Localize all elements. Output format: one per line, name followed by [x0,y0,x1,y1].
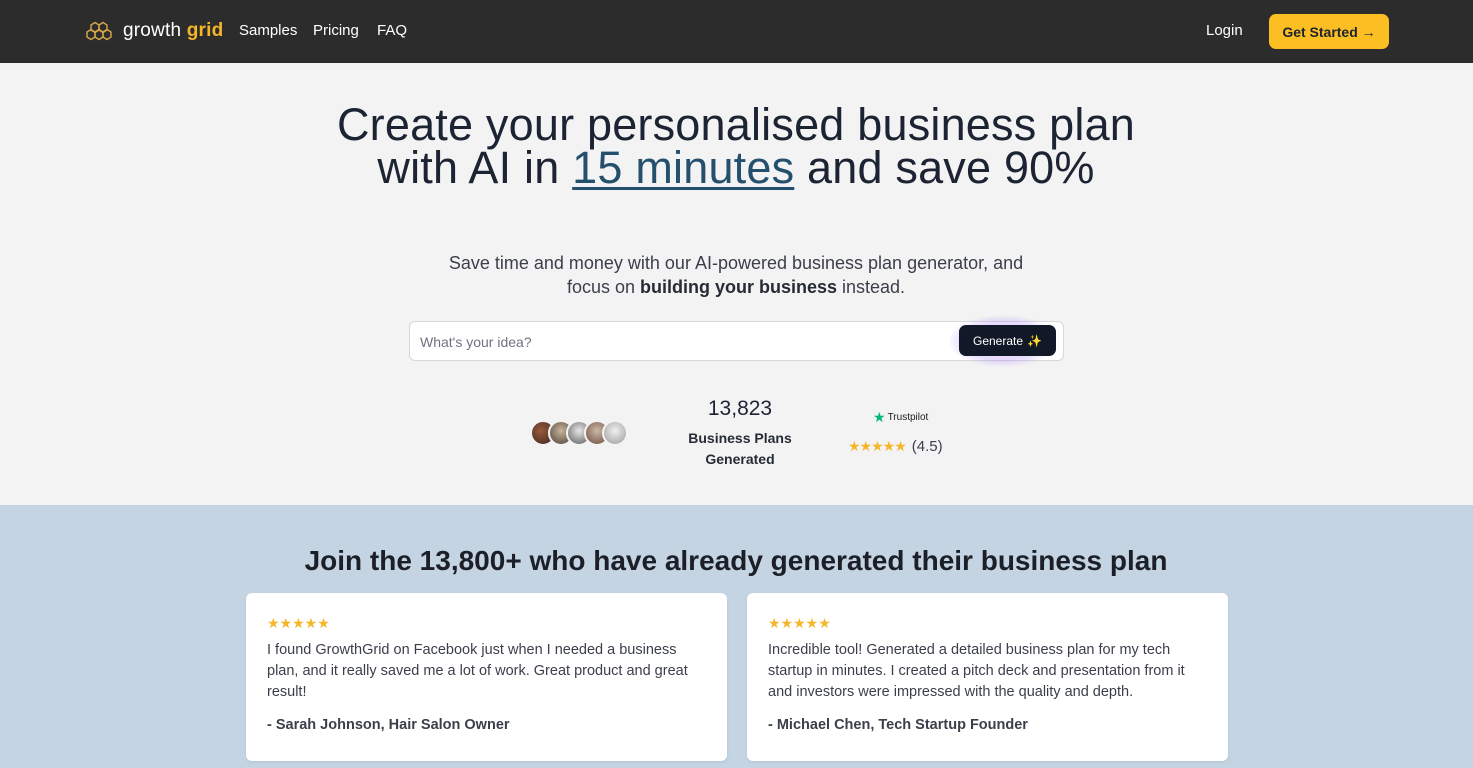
testimonial-text: Incredible tool! Generated a detailed bu… [768,642,1185,700]
logo-text: growth grid [123,20,224,41]
testimonial-text: I found GrowthGrid on Facebook just when… [267,642,688,700]
honeycomb-logo-icon [86,21,112,41]
hero-headline: Create your personalised business plan w… [336,99,1136,193]
rating-value: (4.5) [911,438,943,455]
testimonial-card: ★★★★★ I found GrowthGrid on Facebook jus… [246,593,727,761]
generate-label: Generate [973,333,1024,348]
rating-stars-icon: ★★★★★ [848,438,907,454]
nav-link-samples[interactable]: Samples [239,22,297,39]
idea-input[interactable] [420,331,940,353]
logo[interactable]: growth grid [83,18,223,44]
nav-link-faq[interactable]: FAQ [377,22,407,39]
hero-section: Create your personalised business plan w… [0,63,1473,505]
trustpilot-rating: ★★★★★ (4.5) [848,438,943,455]
plans-count: 13,823 [707,397,773,420]
testimonial-author: - Michael Chen, Tech Startup Founder [768,717,1028,733]
top-nav: growth grid Samples Pricing FAQ Login Ge… [0,0,1473,63]
login-link[interactable]: Login [1206,22,1243,39]
nav-link-pricing[interactable]: Pricing [313,22,359,39]
avatar [602,420,628,446]
plans-count-label: Business Plans Generated [688,430,792,467]
trustpilot-logo[interactable]: ★ Trustpilot [873,409,928,425]
get-started-button[interactable]: Get Started → [1269,14,1389,49]
trustpilot-star-icon: ★ [873,409,886,425]
star-rating-icon: ★★★★★ [267,615,330,631]
testimonial-card: ★★★★★ Incredible tool! Generated a detai… [747,593,1228,761]
testimonials-section: Join the 13,800+ who have already genera… [0,505,1473,768]
headline-highlight: 15 minutes [572,142,795,193]
generate-button[interactable]: Generate ✨ [959,325,1056,356]
sparkles-icon: ✨ [1027,333,1042,348]
star-rating-icon: ★★★★★ [768,615,831,631]
testimonials-title: Join the 13,800+ who have already genera… [304,545,1168,576]
hero-subtitle: Save time and money with our AI-powered … [448,253,1024,297]
testimonial-author: - Sarah Johnson, Hair Salon Owner [267,717,510,733]
